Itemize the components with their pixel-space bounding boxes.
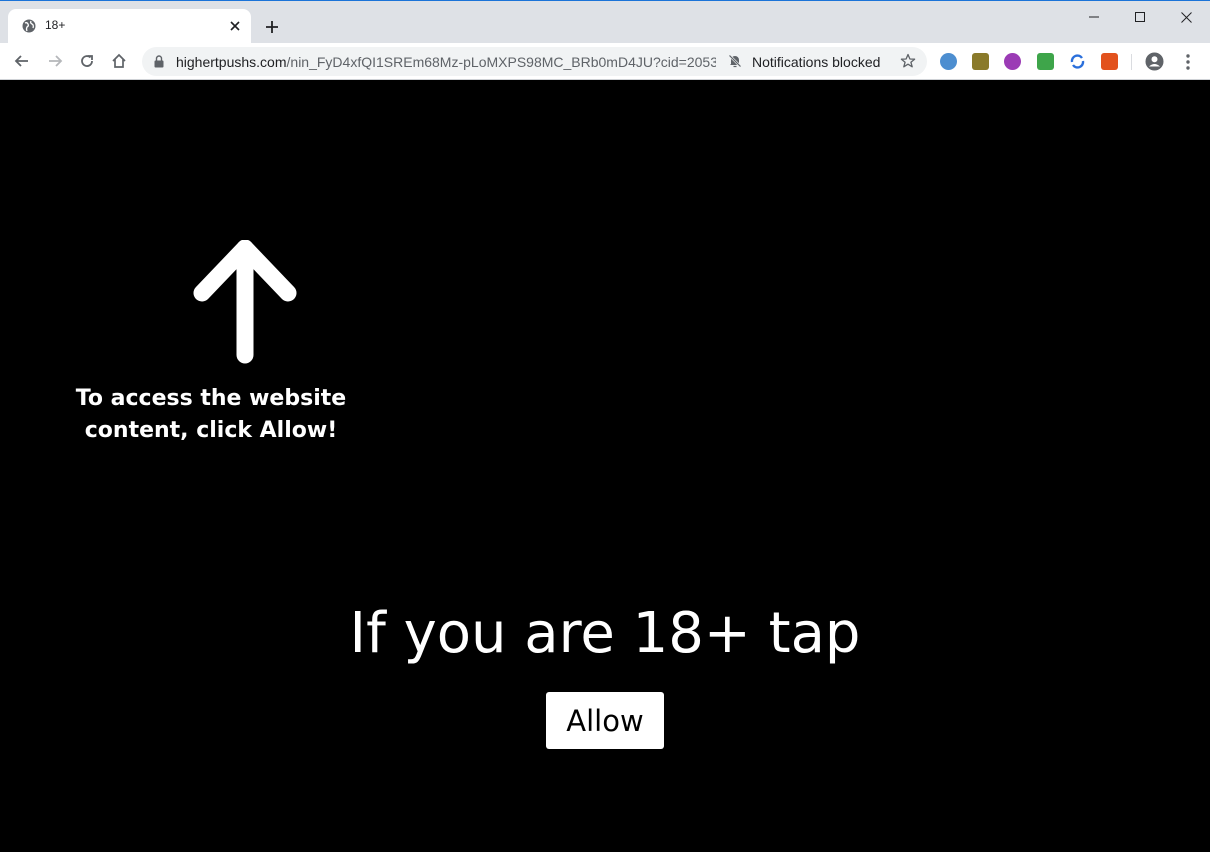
globe-icon	[22, 19, 36, 33]
url-text[interactable]: highertpushs.com/nin_FyD4xfQI1SREm68Mz-p…	[176, 54, 716, 70]
tab-active[interactable]: 18+	[8, 9, 251, 44]
forward-button[interactable]	[42, 48, 68, 74]
extension-green-icon[interactable]	[1037, 53, 1054, 70]
extension-cc-icon[interactable]	[972, 53, 989, 70]
address-bar[interactable]: highertpushs.com/nin_FyD4xfQI1SREm68Mz-p…	[142, 47, 927, 76]
extension-sync-icon[interactable]	[1069, 53, 1086, 70]
age-headline: If you are 18+ tap	[349, 601, 861, 666]
new-tab-button[interactable]	[262, 17, 282, 37]
page-content: To access the website content, click All…	[0, 80, 1210, 852]
arrow-left-icon	[14, 55, 28, 67]
extension-blue-icon[interactable]	[940, 53, 957, 70]
arrow-right-icon	[49, 55, 63, 67]
browser-window: 18+ highertpushs.com/nin_FyD4xfQI1SREm68…	[0, 0, 1210, 852]
extension-orange-icon[interactable]	[1101, 53, 1118, 70]
profile-avatar-icon[interactable]	[1145, 52, 1164, 71]
browser-toolbar: highertpushs.com/nin_FyD4xfQI1SREm68Mz-p…	[0, 43, 1210, 80]
arrow-up-icon	[193, 240, 297, 364]
more-vertical-icon	[1185, 53, 1190, 70]
extension-gamepad-icon[interactable]	[1004, 53, 1021, 70]
home-icon	[112, 53, 126, 68]
browser-menu-button[interactable]	[1178, 52, 1197, 71]
bell-off-icon[interactable]	[728, 54, 742, 68]
lock-icon[interactable]	[154, 55, 164, 68]
close-icon	[1180, 11, 1192, 23]
allow-hint-text: To access the website content, click All…	[60, 383, 362, 447]
url-path: /nin_FyD4xfQI1SREm68Mz-pLoMXPS98MC_BRb0m…	[286, 54, 716, 70]
plus-icon	[266, 21, 278, 33]
hint-line-1: To access the website	[75, 386, 347, 411]
back-button[interactable]	[9, 48, 35, 74]
tab-title: 18+	[45, 18, 66, 32]
reload-icon	[81, 55, 93, 67]
reload-button[interactable]	[74, 48, 100, 74]
minimize-icon	[1089, 16, 1099, 18]
minimize-button[interactable]	[1071, 2, 1117, 32]
toolbar-divider	[1131, 54, 1132, 70]
home-button[interactable]	[106, 48, 132, 74]
window-close-button[interactable]	[1163, 2, 1209, 32]
tab-strip: 18+	[0, 0, 1210, 44]
url-host: highertpushs.com	[176, 54, 287, 70]
close-icon	[230, 21, 240, 31]
hint-line-2: content, click Allow!	[84, 418, 338, 443]
bookmark-star-icon[interactable]	[900, 53, 916, 69]
allow-button[interactable]: Allow	[546, 692, 664, 749]
maximize-button[interactable]	[1117, 2, 1163, 32]
maximize-icon	[1135, 12, 1145, 22]
notifications-blocked-label[interactable]: Notifications blocked	[752, 54, 880, 70]
tab-close-button[interactable]	[227, 18, 243, 34]
